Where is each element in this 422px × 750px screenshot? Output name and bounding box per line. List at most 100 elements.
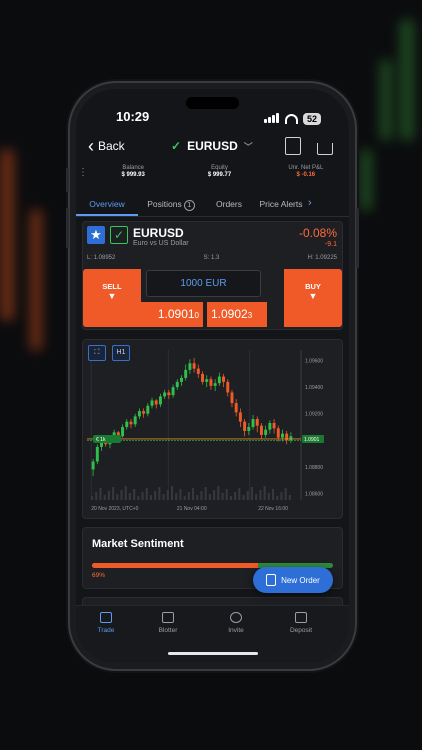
candle-body [238,412,242,422]
volume-bar [162,494,165,500]
candle-body [209,379,213,386]
sentiment-sell-percent: 69% [92,572,106,579]
timeframe-button[interactable]: H1 [112,345,130,361]
candle-body [163,392,167,397]
candle-body [95,446,99,462]
candle-body [272,423,276,429]
volume-bar [263,486,266,500]
home-indicator [168,652,258,655]
tab-orders[interactable]: Orders [204,191,254,216]
candle-body [167,392,171,396]
candle-body [251,419,255,427]
day-low: L: 1.08952 [87,255,116,261]
y-tick-label: 1.08800 [305,465,323,471]
volume-bar [280,492,283,500]
volume-bar [99,488,102,500]
bid-price[interactable]: 1.09010 [141,302,203,327]
volume-bar [154,491,157,500]
wallet-icon [295,612,307,623]
people-icon [230,612,242,623]
quote-name: Euro vs US Dollar [133,240,189,247]
volume-bar [170,486,174,500]
current-price-label: 1.0901 [304,437,320,443]
signal-icon [263,110,280,128]
candle-body [196,368,200,374]
bottom-tab-bar: Trade Blotter Invite Deposit [76,605,349,663]
tab-positions[interactable]: Positions 1 [138,191,204,216]
candle-body [243,421,247,431]
candle-body [226,381,230,393]
phone-frame: 10:29 52 ‹ Back ✓ EURUSD ﹀ ⋮ Balance $ 9… [66,83,359,669]
volume-bar [183,496,186,500]
tab-price-alerts[interactable]: Price Alerts [254,191,308,216]
volume-bar [103,495,106,500]
more-icon[interactable]: ⋮ [76,165,90,189]
candle-body [289,436,293,441]
volume-bar [196,495,199,500]
symbol-label: EURUSD [187,139,238,153]
tab-blotter[interactable]: Blotter [138,612,198,634]
ask-price[interactable]: 1.09023 [207,302,267,327]
back-button[interactable]: ‹ Back [88,136,125,156]
volume-bar [128,493,131,500]
status-time: 10:29 [116,109,150,124]
sell-button[interactable]: SELL ▼ [83,269,141,327]
equity-value: $ 999.77 [207,172,232,178]
candle-body [180,377,183,382]
volume-bar [124,486,127,500]
quantity-input[interactable]: 1000 EUR [146,270,261,297]
candle-body [234,403,238,413]
section-tabs: Overview Positions 1 Orders Price Alerts … [76,191,349,217]
candles-icon [100,612,112,623]
favorite-star-icon[interactable]: ★ [87,226,105,244]
candle-body [146,405,150,414]
candle-body [247,426,251,431]
candle-body [175,381,179,388]
new-order-button[interactable]: New Order [253,567,333,593]
candle-body [276,428,280,438]
volume-bar [120,490,123,500]
volume-bar [145,488,148,500]
chevron-right-icon[interactable]: › [308,191,312,216]
volume-bar [141,492,144,500]
volume-bar [179,489,182,500]
equity-label: Equity [211,165,228,171]
candle-body [133,416,137,425]
fullscreen-icon[interactable]: ⛶ [88,345,106,361]
candle-body [129,421,133,425]
arrow-down-icon: ▼ [107,291,117,301]
price-chart[interactable]: 1.096001.094001.092001.090001.088001.086… [82,339,343,519]
balance-value: $ 999.93 [121,172,145,178]
volume-bar [175,493,178,500]
pnl-value: $ -0.16 [296,172,316,178]
candle-body [217,376,221,384]
volume-bar [91,496,94,500]
wifi-icon [284,114,298,124]
quote-card: ★ ✓ EURUSD Euro vs US Dollar -0.08% -9.1… [82,221,343,330]
tab-deposit[interactable]: Deposit [271,612,331,634]
candle-body [184,369,188,378]
share-icon[interactable] [317,143,333,155]
candle-body [192,363,196,369]
watchlist-check-icon[interactable]: ✓ [110,226,128,244]
symbol-selector[interactable]: ✓ EURUSD ﹀ [171,139,253,153]
tab-trade[interactable]: Trade [76,612,136,634]
candle-body [230,392,234,404]
buy-button[interactable]: BUY ▼ [284,269,342,327]
y-tick-label: 1.09200 [305,412,323,418]
chevron-left-icon: ‹ [88,136,94,156]
candle-body [91,461,95,470]
candle-body [201,373,204,382]
volume-bar [137,496,140,500]
arrow-down-icon: ▼ [308,291,318,301]
x-tick-label: 21 Nov 04:00 [177,506,207,512]
change-points: -9.1 [324,241,337,248]
calculator-icon[interactable] [285,137,301,155]
position-marker-label: € 1k [96,437,106,443]
tab-overview[interactable]: Overview [76,191,138,216]
volume-bar [276,496,279,500]
tab-invite[interactable]: Invite [206,612,266,634]
day-high: H: 1.09225 [307,255,337,261]
checkmark-icon: ✓ [171,139,182,153]
volume-bar [246,491,249,500]
